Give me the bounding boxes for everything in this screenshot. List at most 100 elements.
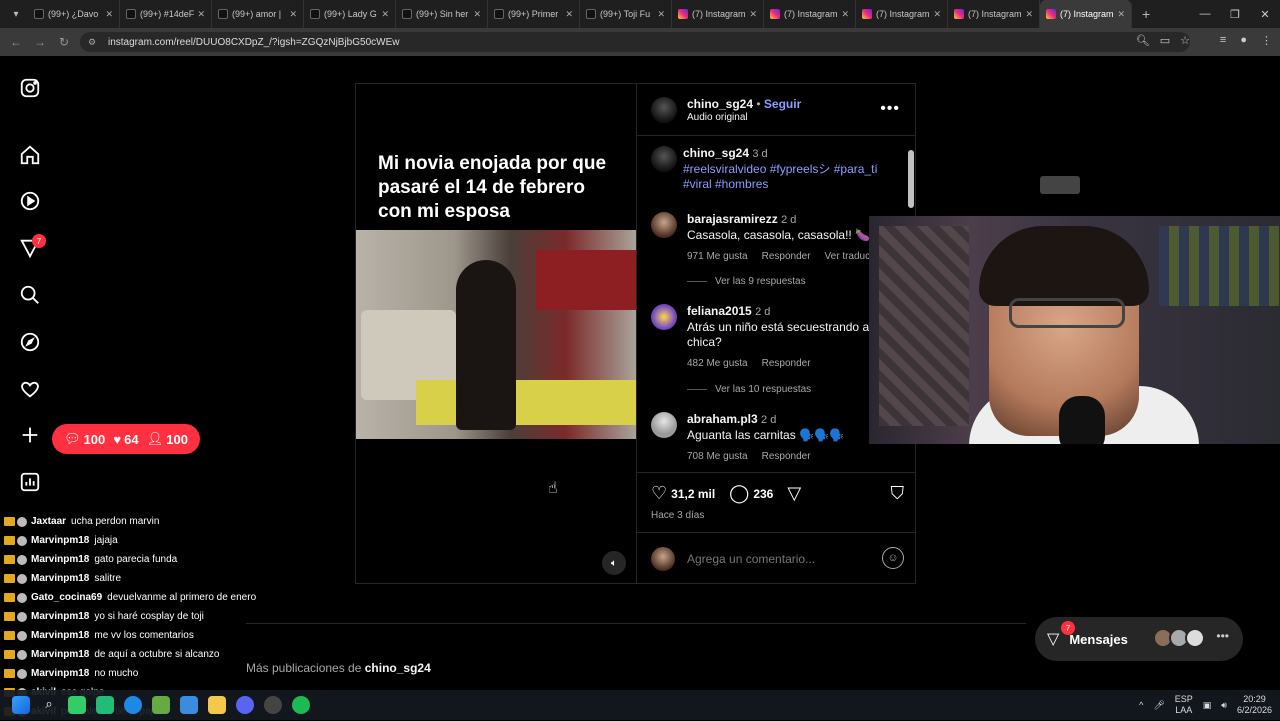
share-icon[interactable]: ▽ bbox=[787, 483, 801, 504]
volume-icon[interactable]: 🔊︎ bbox=[1221, 700, 1227, 711]
close-tab-icon[interactable]: ✕ bbox=[105, 9, 113, 20]
comment-avatar[interactable] bbox=[651, 304, 677, 330]
browser-tab[interactable]: (99+) ¿Davo ✕ bbox=[28, 0, 120, 28]
activity-notification-pill[interactable]: 💬︎ 100 ♥ 64 👤︎ 100 bbox=[52, 424, 200, 454]
browser-tab[interactable]: (99+) amor | ✕ bbox=[212, 0, 304, 28]
comment-avatar[interactable] bbox=[651, 412, 677, 438]
browser-tab[interactable]: (99+) Sin her ✕ bbox=[396, 0, 488, 28]
zoom-icon[interactable]: 🔍︎ bbox=[1136, 34, 1150, 47]
follow-button[interactable]: Seguir bbox=[764, 97, 801, 111]
comment-username[interactable]: feliana2015 bbox=[687, 304, 752, 318]
spotify-icon[interactable] bbox=[292, 696, 310, 714]
browser-tab[interactable]: (7) Instagram ✕ bbox=[764, 0, 856, 28]
view-replies-button[interactable]: Ver las 10 respuestas bbox=[687, 384, 811, 395]
view-replies-button[interactable]: Ver las 9 respuestas bbox=[687, 276, 806, 287]
browser-tab[interactable]: (7) Instagram ✕ bbox=[672, 0, 764, 28]
comment-likes[interactable]: 971 Me gusta bbox=[687, 249, 748, 264]
bookmark-icon[interactable]: ⛉ bbox=[891, 483, 905, 504]
heart-icon[interactable] bbox=[18, 377, 42, 401]
browser-tab[interactable]: (7) Instagram ✕ bbox=[1040, 0, 1132, 28]
create-icon[interactable] bbox=[18, 423, 42, 447]
more-dots-icon[interactable]: ••• bbox=[1216, 629, 1229, 643]
close-tab-icon[interactable]: ✕ bbox=[381, 9, 389, 20]
reply-button[interactable]: Responder bbox=[762, 249, 811, 264]
app-icon[interactable] bbox=[180, 696, 198, 714]
close-tab-icon[interactable]: ✕ bbox=[657, 9, 665, 20]
author-username[interactable]: chino_sg24 bbox=[687, 97, 753, 111]
comment-avatar[interactable] bbox=[651, 212, 677, 238]
maximize-icon[interactable]: ❐ bbox=[1220, 8, 1250, 21]
clock[interactable]: 20:29 6/2/2026 bbox=[1237, 694, 1272, 716]
app-icon[interactable] bbox=[68, 696, 86, 714]
search-icon[interactable] bbox=[18, 283, 42, 307]
close-tab-icon[interactable]: ✕ bbox=[1025, 9, 1033, 20]
language-indicator[interactable]: ESP LAA bbox=[1175, 694, 1193, 716]
close-window-icon[interactable]: ✕ bbox=[1250, 8, 1280, 21]
more-options-icon[interactable]: ••• bbox=[880, 100, 900, 118]
reading-list-icon[interactable]: ≡ bbox=[1220, 34, 1226, 47]
messages-button[interactable]: ▽ 7 Mensajes ••• bbox=[1035, 617, 1243, 661]
file-explorer-icon[interactable] bbox=[208, 696, 226, 714]
close-tab-icon[interactable]: ✕ bbox=[289, 9, 297, 20]
close-tab-icon[interactable]: ✕ bbox=[197, 9, 205, 20]
mic-icon[interactable]: 🎤︎ bbox=[1153, 700, 1164, 711]
browser-tab[interactable]: (99+) Toji Fu ✕ bbox=[580, 0, 672, 28]
app-icon[interactable] bbox=[96, 696, 114, 714]
comment-likes[interactable]: 482 Me gusta bbox=[687, 356, 748, 371]
reply-button[interactable]: Responder bbox=[762, 449, 811, 464]
start-icon[interactable] bbox=[12, 696, 30, 714]
author-avatar[interactable] bbox=[651, 97, 677, 123]
close-tab-icon[interactable]: ✕ bbox=[1117, 9, 1125, 20]
address-bar[interactable]: ⚙ instagram.com/reel/DUUO8CXDpZ_/?igsh=Z… bbox=[80, 32, 1190, 52]
edge-icon[interactable] bbox=[124, 696, 142, 714]
browser-tab[interactable]: (7) Instagram ✕ bbox=[948, 0, 1040, 28]
reply-button[interactable]: Responder bbox=[762, 356, 811, 371]
browser-menu-icon[interactable]: ⋮ bbox=[1261, 34, 1272, 47]
close-tab-icon[interactable]: ✕ bbox=[565, 9, 573, 20]
app-icon[interactable] bbox=[264, 696, 282, 714]
browser-tab[interactable]: (7) Instagram ✕ bbox=[856, 0, 948, 28]
back-icon[interactable]: ← bbox=[4, 35, 28, 49]
comment-username[interactable]: abraham.pl3 bbox=[687, 412, 758, 426]
reels-icon[interactable] bbox=[18, 189, 42, 213]
bookmark-star-icon[interactable]: ☆ bbox=[1180, 34, 1190, 47]
discord-icon[interactable] bbox=[236, 696, 254, 714]
forward-icon[interactable]: → bbox=[28, 35, 52, 49]
reel-video[interactable]: Mi novia enojada por que pasaré el 14 de… bbox=[356, 84, 636, 583]
emoji-icon[interactable]: ☺ bbox=[882, 547, 904, 569]
browser-tab[interactable]: (99+) Lady G ✕ bbox=[304, 0, 396, 28]
more-posts-username[interactable]: chino_sg24 bbox=[365, 661, 431, 675]
comment-likes[interactable]: 708 Me gusta bbox=[687, 449, 748, 464]
explore-icon[interactable] bbox=[18, 330, 42, 354]
caption-hashtags[interactable]: #reelsviralvideo #fypreelsシ #para_tí #vi… bbox=[683, 162, 878, 191]
caption-username[interactable]: chino_sg24 bbox=[683, 146, 749, 160]
cast-icon[interactable]: ▭ bbox=[1160, 34, 1170, 47]
like-count[interactable]: 31,2 mil bbox=[671, 487, 715, 501]
add-comment-input[interactable] bbox=[687, 549, 867, 569]
taskbar-search-icon[interactable]: ⌕ bbox=[40, 696, 58, 714]
browser-tab[interactable]: (99+) #14deF ✕ bbox=[120, 0, 212, 28]
dashboard-icon[interactable] bbox=[18, 470, 42, 494]
minimize-icon[interactable]: — bbox=[1190, 8, 1220, 20]
close-tab-icon[interactable]: ✕ bbox=[933, 9, 941, 20]
comment-username[interactable]: barajasramirezz bbox=[687, 212, 778, 226]
profile-icon[interactable]: ● bbox=[1240, 34, 1247, 47]
scrollbar-thumb[interactable] bbox=[908, 150, 914, 208]
site-info-icon[interactable]: ⚙ bbox=[88, 37, 98, 47]
reload-icon[interactable]: ↻ bbox=[52, 35, 76, 49]
network-icon[interactable]: ▣ bbox=[1203, 700, 1212, 711]
home-icon[interactable] bbox=[18, 143, 42, 167]
close-tab-icon[interactable]: ✕ bbox=[749, 9, 757, 20]
app-icon[interactable] bbox=[152, 696, 170, 714]
tab-search-menu-icon[interactable]: ▾ bbox=[4, 4, 28, 24]
audio-label[interactable]: Audio original bbox=[687, 112, 748, 123]
caption-avatar[interactable] bbox=[651, 146, 677, 172]
comment-icon[interactable]: ◯ bbox=[729, 483, 749, 504]
close-tab-icon[interactable]: ✕ bbox=[841, 9, 849, 20]
browser-tab[interactable]: (99+) Primer ✕ bbox=[488, 0, 580, 28]
new-tab-button[interactable]: + bbox=[1142, 6, 1150, 22]
close-tab-icon[interactable]: ✕ bbox=[473, 9, 481, 20]
tray-expand-icon[interactable]: ^ bbox=[1139, 700, 1143, 710]
like-heart-icon[interactable]: ♡ bbox=[651, 483, 667, 504]
mute-button[interactable]: 🔈︎ bbox=[602, 551, 626, 575]
